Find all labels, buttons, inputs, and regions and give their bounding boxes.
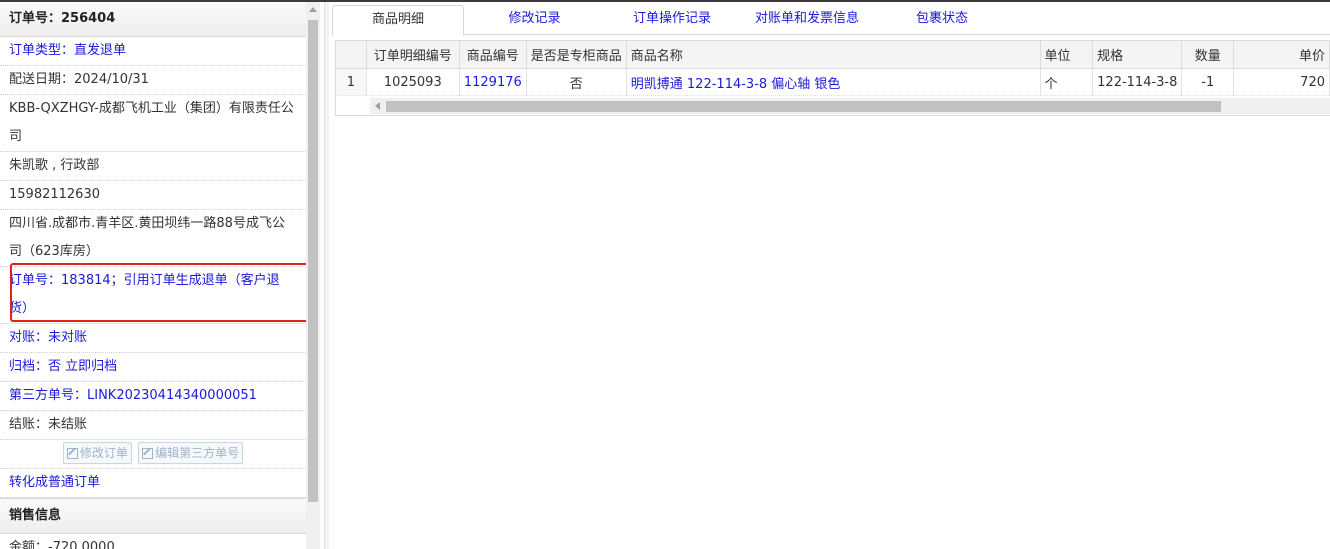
is-counter-cell: 否 bbox=[526, 68, 627, 96]
reconcile-status[interactable]: 对账：未对账 bbox=[0, 324, 306, 353]
order-type[interactable]: 订单类型：直发退单 bbox=[0, 37, 306, 66]
spec-cell: 122-114-3-8 bbox=[1092, 68, 1183, 96]
column-header[interactable]: 单价 bbox=[1233, 41, 1330, 69]
detail-no-cell: 1025093 bbox=[366, 68, 460, 96]
column-header[interactable]: 订单明细编号 bbox=[366, 41, 460, 69]
scroll-left-arrow-icon[interactable] bbox=[375, 102, 380, 110]
column-header[interactable]: 商品编号 bbox=[459, 41, 527, 69]
table-row[interactable]: 1 1025093 1129176 否 明凯搏通 122-114-3-8 偏心轴… bbox=[336, 68, 1330, 96]
panel-splitter[interactable] bbox=[324, 2, 329, 549]
customer-company: KBB-QXZHGY-成都飞机工业（集团）有限责任公司 bbox=[0, 95, 306, 152]
third-party-order-no[interactable]: 第三方单号：LINK20230414340000051 bbox=[0, 382, 306, 411]
contact-person: 朱凯歌 , 行政部 bbox=[0, 152, 306, 181]
convert-to-normal-order-link[interactable]: 转化成普通订单 bbox=[0, 469, 306, 498]
edit-third-party-button[interactable]: 编辑第三方单号 bbox=[138, 442, 244, 464]
column-header[interactable]: 单位 bbox=[1040, 41, 1094, 69]
edit-icon bbox=[66, 448, 78, 459]
row-number: 1 bbox=[336, 68, 367, 96]
product-table: 订单明细编号 商品编号 是否是专柜商品 商品名称 单位 规格 数量 单价 1 1… bbox=[336, 41, 1330, 96]
tab-order-operation-log[interactable]: 订单操作记录 bbox=[607, 5, 737, 34]
detail-tabs: 商品明细 修改记录 订单操作记录 对账单和发票信息 包裹状态 bbox=[332, 4, 1330, 36]
tab-modification-log[interactable]: 修改记录 bbox=[472, 5, 597, 34]
action-buttons: 修改订单 编辑第三方单号 bbox=[0, 440, 306, 469]
tab-product-details[interactable]: 商品明细 bbox=[332, 5, 464, 36]
unit-cell: 个 bbox=[1040, 68, 1094, 96]
annotation-highlight-box bbox=[10, 263, 313, 322]
column-header[interactable]: 是否是专柜商品 bbox=[526, 41, 627, 69]
archive-status[interactable]: 归档：否 立即归档 bbox=[0, 353, 306, 382]
sales-info-title: 销售信息 bbox=[0, 498, 306, 534]
product-no-link[interactable]: 1129176 bbox=[459, 68, 527, 96]
price-cell: 720 bbox=[1233, 68, 1330, 96]
left-panel-scrollbar[interactable] bbox=[306, 2, 320, 549]
column-header[interactable]: 规格 bbox=[1092, 41, 1183, 69]
tab-package-status[interactable]: 包裹状态 bbox=[887, 5, 997, 34]
product-name-link[interactable]: 明凯搏通 122-114-3-8 偏心轴 银色 bbox=[626, 68, 1041, 96]
edit-icon bbox=[142, 448, 154, 459]
column-header[interactable]: 商品名称 bbox=[626, 41, 1041, 69]
scrollbar-thumb[interactable] bbox=[308, 20, 318, 502]
tab-statement-invoice[interactable]: 对账单和发票信息 bbox=[742, 5, 872, 34]
delivery-date: 配送日期：2024/10/31 bbox=[0, 66, 306, 95]
contact-phone: 15982112630 bbox=[0, 181, 306, 210]
edit-order-button[interactable]: 修改订单 bbox=[62, 442, 132, 464]
row-number-header bbox=[336, 41, 367, 69]
order-title: 订单号：256404 bbox=[0, 2, 306, 37]
qty-cell: -1 bbox=[1181, 68, 1235, 96]
scrollbar-thumb[interactable] bbox=[386, 101, 1221, 112]
column-header[interactable]: 数量 bbox=[1181, 41, 1235, 69]
grid-horizontal-scrollbar[interactable] bbox=[370, 98, 1330, 114]
sales-amount: 金额：-720.0000 bbox=[0, 534, 306, 549]
settlement-status: 结账：未结账 bbox=[0, 411, 306, 440]
delivery-address: 四川省.成都市.青羊区.黄田坝纬一路88号成飞公司（623库房） bbox=[0, 210, 306, 267]
scroll-up-arrow-icon[interactable] bbox=[309, 7, 317, 12]
product-detail-grid: 订单明细编号 商品编号 是否是专柜商品 商品名称 单位 规格 数量 单价 1 1… bbox=[335, 40, 1330, 116]
